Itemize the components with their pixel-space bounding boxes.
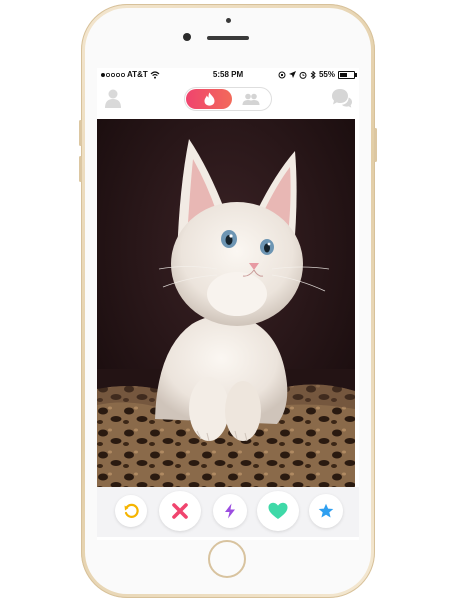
volume-up-button: [79, 120, 82, 146]
app-screen: AT&T 5:58 PM 55%: [97, 68, 359, 540]
messages-button[interactable]: [331, 88, 353, 108]
heart-icon: [268, 502, 288, 519]
flame-icon: [204, 92, 214, 106]
x-icon: [172, 503, 188, 519]
alarm-icon: [299, 71, 307, 79]
app-header: [97, 84, 359, 114]
rewind-button[interactable]: [115, 495, 147, 527]
super-like-button[interactable]: [309, 494, 343, 528]
person-icon: [105, 89, 121, 108]
status-right: 55%: [278, 70, 357, 79]
tab-group[interactable]: [233, 89, 269, 109]
profile-card[interactable]: [97, 119, 355, 487]
status-bar: AT&T 5:58 PM 55%: [97, 68, 359, 82]
battery-icon: [338, 70, 357, 79]
rewind-icon: [124, 503, 139, 518]
lightning-icon: [225, 503, 235, 519]
power-button: [374, 128, 377, 162]
home-button[interactable]: [208, 540, 246, 578]
profile-button[interactable]: [103, 88, 123, 108]
discovery-toggle: [184, 87, 272, 111]
battery-level-fill: [340, 72, 348, 77]
white-kitten-photo: [97, 119, 355, 487]
bluetooth-icon: [310, 70, 316, 79]
chat-bubbles-icon: [332, 89, 352, 108]
star-icon: [318, 503, 334, 518]
tab-swipe[interactable]: [186, 89, 232, 109]
like-button[interactable]: [257, 491, 299, 531]
front-camera: [183, 33, 191, 41]
action-bar: [97, 487, 359, 537]
boost-button[interactable]: [213, 494, 247, 528]
earpiece-speaker: [207, 36, 249, 40]
rotation-lock-icon: [278, 71, 286, 78]
nope-button[interactable]: [159, 491, 201, 531]
location-icon: [288, 71, 296, 78]
volume-down-button: [79, 156, 82, 182]
group-icon: [242, 93, 260, 105]
proximity-sensor: [226, 18, 231, 23]
battery-percent: 55%: [318, 70, 335, 79]
